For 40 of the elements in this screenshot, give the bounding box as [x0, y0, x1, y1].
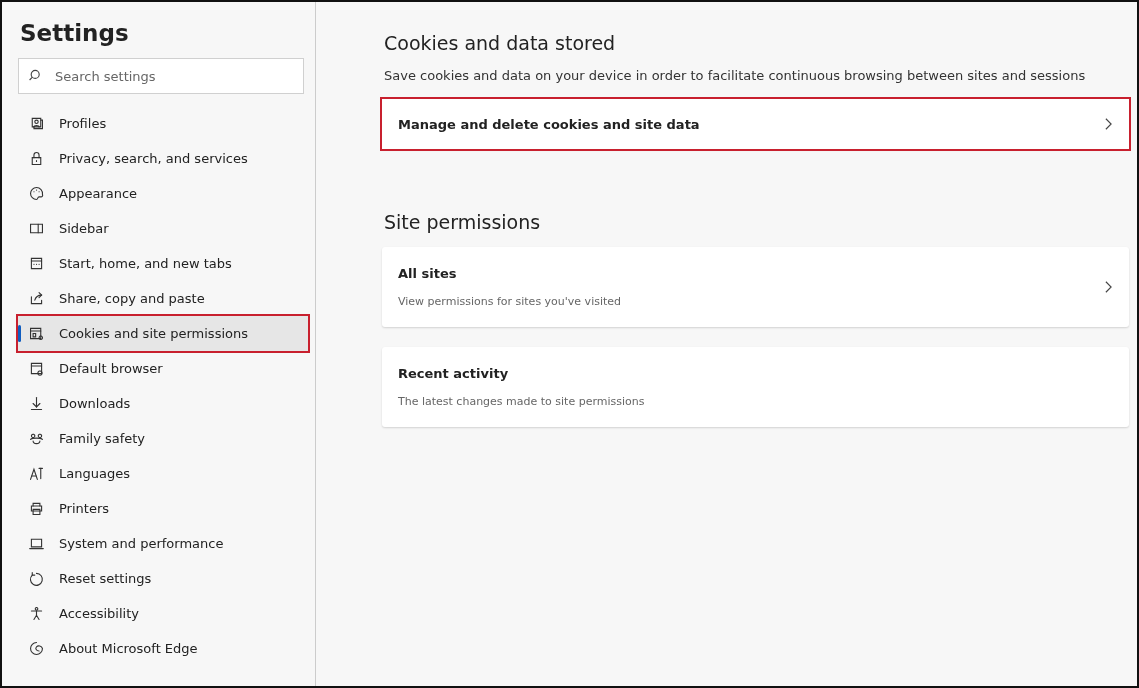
sidebar-item[interactable]: Share, copy and paste: [18, 281, 308, 316]
section-heading: Site permissions: [384, 211, 542, 233]
sidebar-item[interactable]: Start, home, and new tabs: [18, 246, 308, 281]
menu-icon: [28, 500, 45, 517]
menu-icon: [28, 290, 45, 307]
sidebar-item[interactable]: Languages: [18, 456, 308, 491]
sidebar-item[interactable]: About Microsoft Edge: [18, 631, 308, 666]
sidebar-item[interactable]: Cookies and site permissions: [18, 316, 308, 351]
section-description: Save cookies and data on your device in order to facilitate continuous browsing between sites and sessions: [384, 68, 1087, 83]
menu-icon: [28, 325, 45, 342]
menu-icon: [28, 465, 45, 482]
sidebar-item[interactable]: Accessibility: [18, 596, 308, 631]
search-field[interactable]: Search settings: [18, 58, 304, 94]
row-label: All sites: [398, 266, 458, 281]
row-subtitle: The latest changes made to site permissions: [398, 395, 645, 408]
sidebar-item[interactable]: Sidebar: [18, 211, 308, 246]
row-label: Recent activity: [398, 366, 510, 381]
settings-row[interactable]: Recent activity The latest changes made to site permissions: [382, 347, 1129, 427]
sidebar-item[interactable]: Appearance: [18, 176, 308, 211]
sidebar-item[interactable]: System and performance: [18, 526, 308, 561]
menu-icon: [28, 605, 45, 622]
sidebar-item[interactable]: Privacy, search, and services: [18, 141, 308, 176]
menu-icon: [28, 255, 45, 272]
settings-row[interactable]: Manage and delete cookies and site data: [382, 99, 1129, 149]
menu-icon: [28, 640, 45, 657]
row-label: Manage and delete cookies and site data: [398, 116, 700, 132]
sidebar-item[interactable]: Reset settings: [18, 561, 308, 596]
row-subtitle: View permissions for sites you've visited: [398, 295, 622, 308]
menu-icon: [28, 360, 45, 377]
settings-row[interactable]: All sites View permissions for sites you've visited: [382, 247, 1129, 327]
sidebar-item[interactable]: Profiles: [18, 106, 308, 141]
sidebar-item[interactable]: Default browser: [18, 351, 308, 386]
menu-icon: [28, 570, 45, 587]
sidebar-item[interactable]: Printers: [18, 491, 308, 526]
sidebar-item[interactable]: Family safety: [18, 421, 308, 456]
menu-icon: [28, 395, 45, 412]
settings-title: Settings: [20, 20, 130, 46]
menu-icon: [28, 185, 45, 202]
sidebar-item[interactable]: Downloads: [18, 386, 308, 421]
section-heading: Cookies and data stored: [384, 32, 617, 54]
